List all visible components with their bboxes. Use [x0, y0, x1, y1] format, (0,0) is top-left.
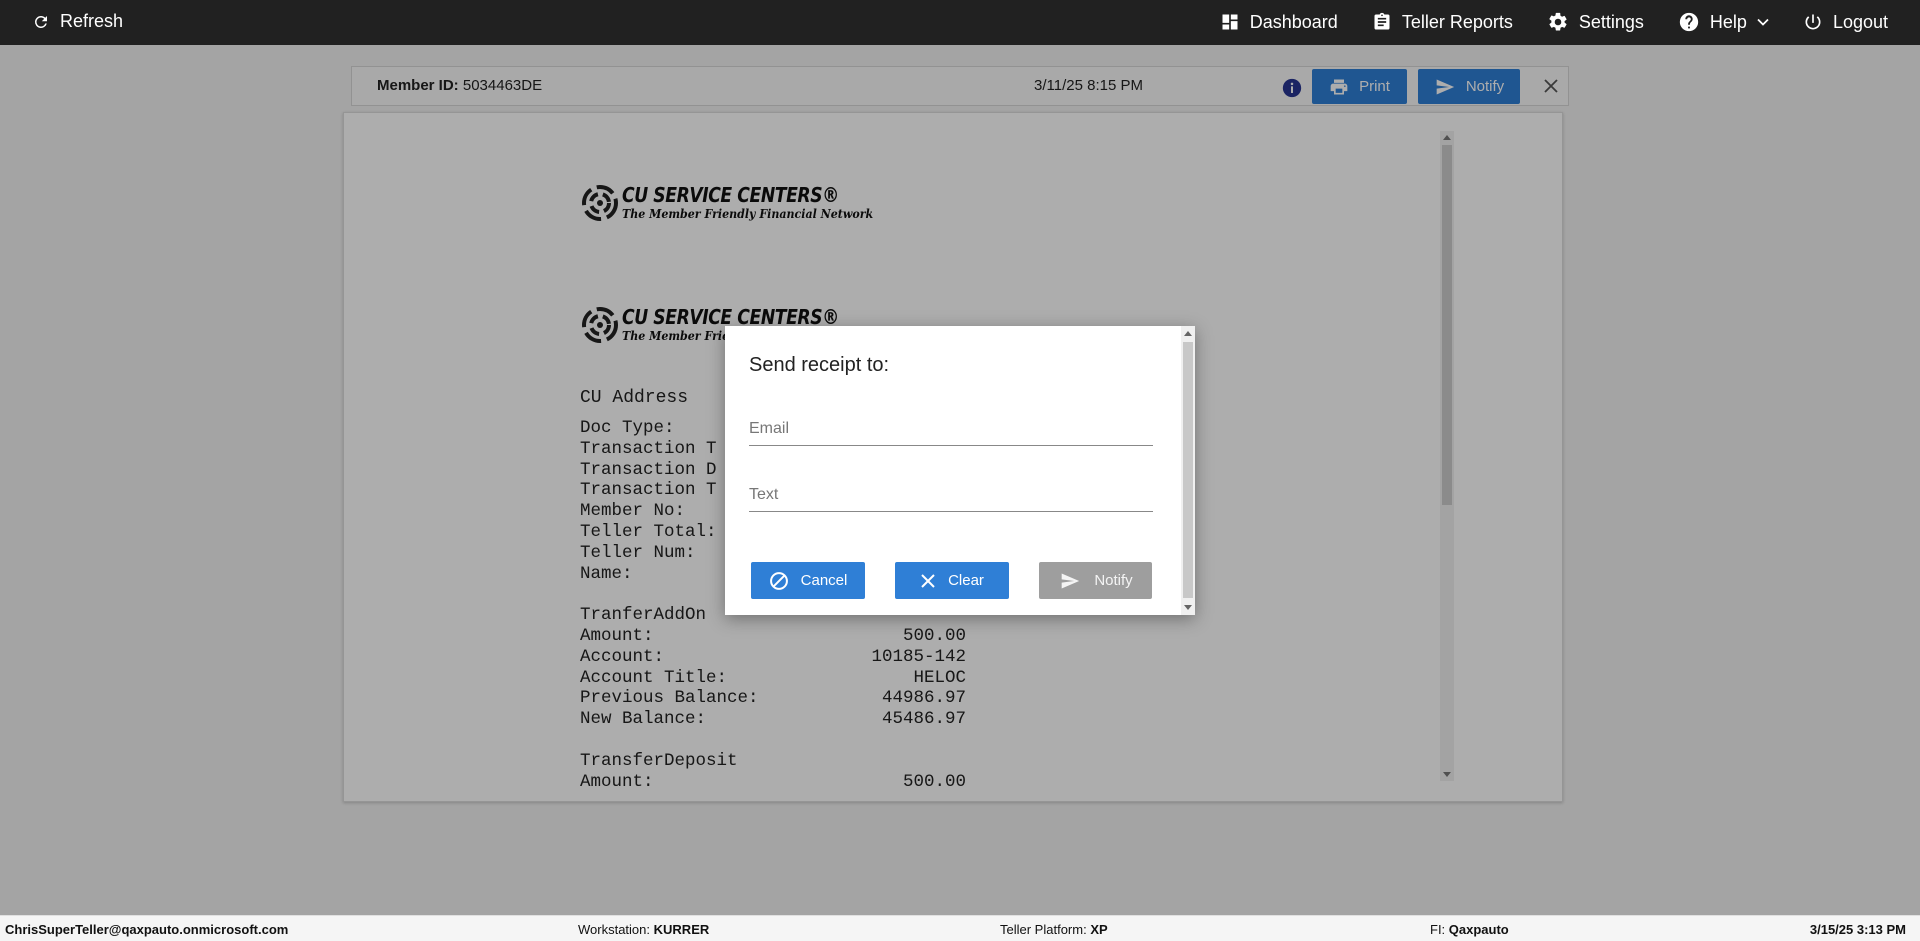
- workstation-label: Workstation:: [578, 922, 651, 937]
- text-field[interactable]: [749, 478, 1153, 512]
- notify-label: Notify: [1094, 572, 1133, 589]
- top-nav-bar: Refresh Dashboard Teller Reports Setting…: [0, 0, 1920, 45]
- settings-button[interactable]: Settings: [1547, 11, 1644, 33]
- send-icon: [1061, 573, 1080, 588]
- settings-label: Settings: [1578, 11, 1644, 32]
- help-label: Help: [1709, 11, 1747, 32]
- cancel-label: Cancel: [800, 572, 848, 589]
- dialog-scrollbar[interactable]: [1181, 326, 1195, 615]
- fi-value: Qaxpauto: [1448, 922, 1509, 937]
- clear-button[interactable]: Clear: [895, 562, 1009, 599]
- logout-button[interactable]: Logout: [1803, 11, 1888, 33]
- footer-fi: FI: Qaxpauto: [1430, 922, 1509, 937]
- dashboard-label: Dashboard: [1249, 11, 1338, 32]
- cancel-button[interactable]: Cancel: [751, 562, 865, 599]
- notify-button[interactable]: Notify: [1039, 562, 1152, 599]
- scroll-thumb[interactable]: [1183, 342, 1193, 598]
- teller-reports-button[interactable]: Teller Reports: [1372, 11, 1513, 33]
- chevron-down-icon: [1757, 18, 1769, 26]
- gear-icon: [1549, 12, 1567, 31]
- power-icon: [1805, 14, 1821, 30]
- dialog-title: Send receipt to:: [749, 354, 890, 376]
- fi-label: FI:: [1430, 922, 1446, 937]
- footer-workstation: Workstation: KURRER: [578, 922, 709, 937]
- footer-timestamp: 3/15/25 3:13 PM: [1809, 922, 1906, 937]
- email-input[interactable]: [749, 412, 1153, 445]
- platform-label: Teller Platform:: [1000, 922, 1087, 937]
- send-receipt-dialog: Send receipt to: Cancel Clear Notify: [725, 326, 1195, 615]
- refresh-icon: [34, 15, 47, 28]
- refresh-button[interactable]: Refresh: [32, 11, 123, 32]
- workstation-value: KURRER: [653, 922, 710, 937]
- help-circle-icon: [1679, 12, 1699, 32]
- platform-value: XP: [1090, 922, 1108, 937]
- text-input[interactable]: [749, 478, 1153, 511]
- clipboard-icon: [1374, 12, 1390, 30]
- scroll-up-arrow[interactable]: [1184, 331, 1192, 336]
- logout-label: Logout: [1832, 11, 1888, 32]
- footer-user: ChrisSuperTeller@qaxpauto.onmicrosoft.co…: [5, 922, 289, 937]
- scroll-down-arrow[interactable]: [1184, 605, 1192, 610]
- footer-platform: Teller Platform: XP: [1000, 922, 1108, 937]
- teller-reports-label: Teller Reports: [1401, 11, 1513, 32]
- clear-label: Clear: [948, 572, 984, 589]
- close-icon: [921, 573, 935, 588]
- refresh-label: Refresh: [60, 11, 124, 31]
- dashboard-button[interactable]: Dashboard: [1220, 11, 1338, 33]
- email-field[interactable]: [749, 412, 1153, 446]
- help-button[interactable]: Help: [1678, 11, 1769, 33]
- status-footer: ChrisSuperTeller@qaxpauto.onmicrosoft.co…: [0, 915, 1920, 941]
- dashboard-icon: [1222, 14, 1238, 30]
- cancel-icon: [769, 571, 788, 590]
